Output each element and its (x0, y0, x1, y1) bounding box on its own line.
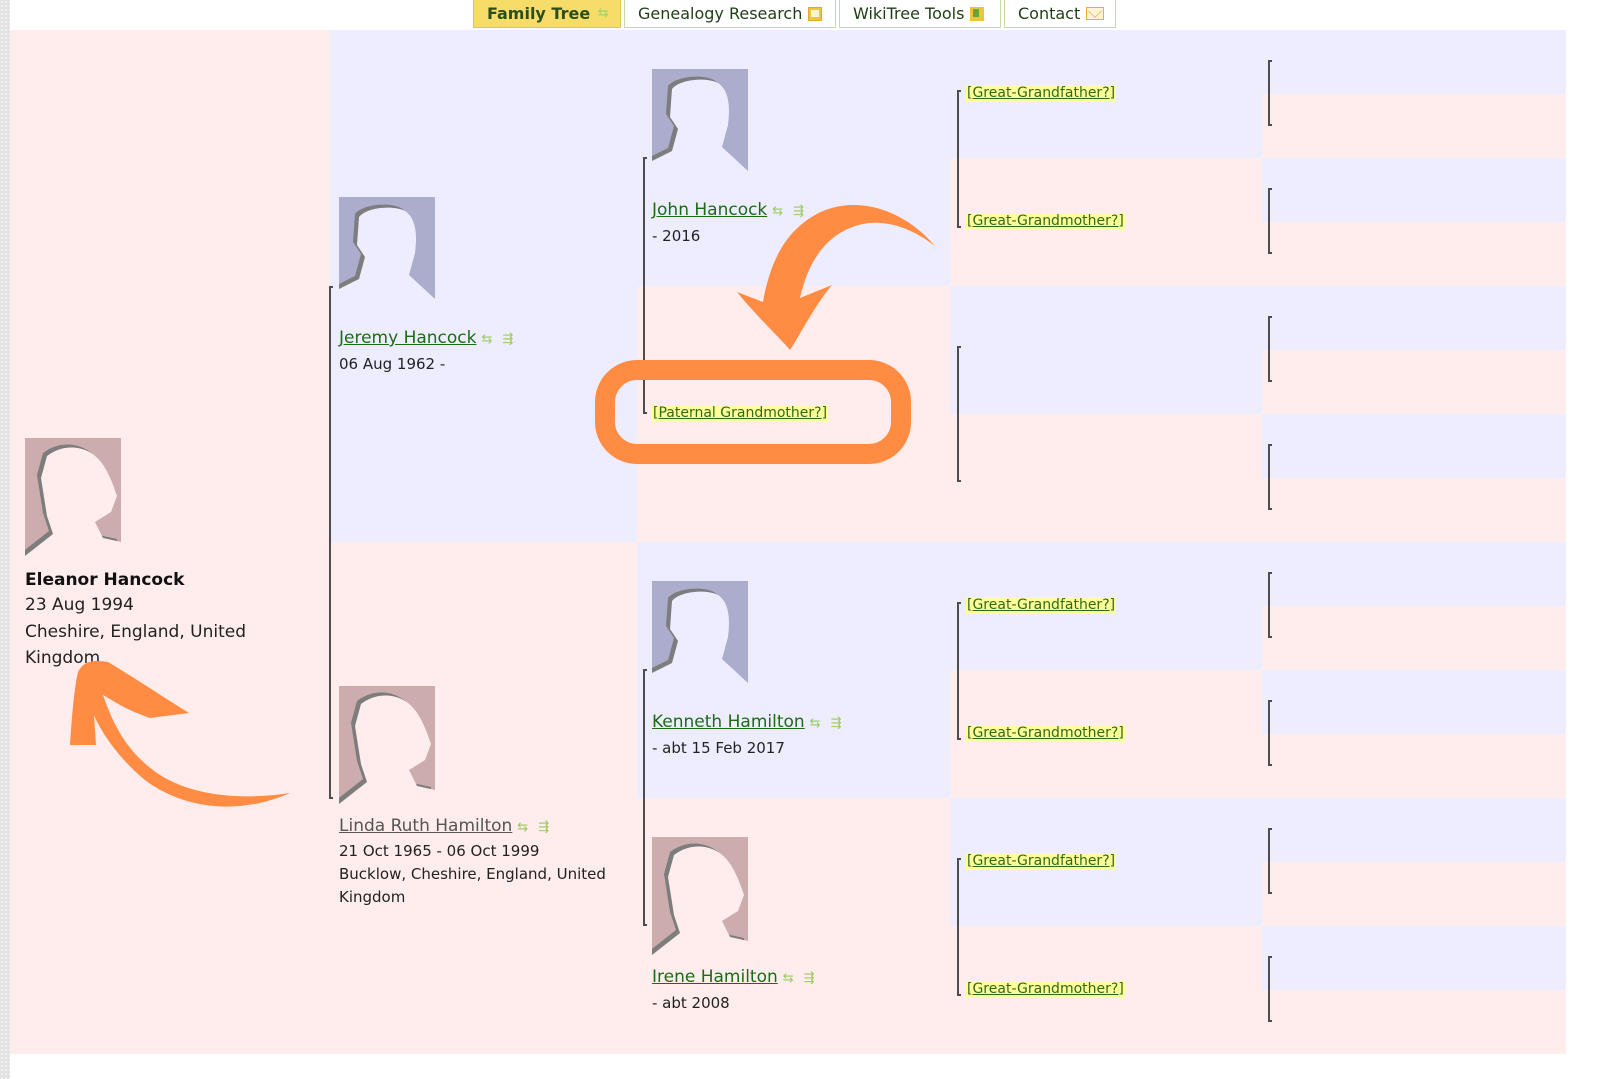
male-silhouette-icon (652, 581, 748, 697)
great-great-grandparent-cell (1262, 670, 1566, 734)
subject-birth: 23 Aug 1994 (25, 595, 134, 615)
subject-name: Eleanor Hancock (25, 570, 185, 590)
tab-label: WikiTree Tools (853, 4, 965, 23)
grandfather-dates: - 2016 (652, 227, 701, 245)
father-dates: 06 Aug 1962 - (339, 355, 446, 373)
great-great-grandparent-cell (1262, 414, 1566, 478)
research-icon (808, 6, 823, 21)
great-great-grandparent-cell (1262, 158, 1566, 222)
paternal-grandfather: John Hancock ⇆ ⇶ - 2016 (652, 69, 942, 248)
great-great-grandparent-cell (1262, 286, 1566, 350)
great-great-grandparents-connector (1268, 828, 1272, 894)
tab-contact[interactable]: Contact (1004, 0, 1116, 28)
tree-icon: ⇆ (597, 5, 609, 21)
parents-connector (329, 286, 333, 799)
great-grandparents-connector (957, 346, 961, 482)
great-great-grandparents-connector (1268, 572, 1272, 638)
tools-icon (970, 6, 985, 21)
paternal-grandparents-connector (643, 157, 647, 414)
great-grandfather-link[interactable]: [Great-Grandfather?] (966, 597, 1117, 614)
top-navigation: Family Tree ⇆ Genealogy Research WikiTre… (473, 0, 1116, 30)
maternal-grandfather: Kenneth Hamilton ⇆ ⇶ - abt 15 Feb 2017 (652, 581, 942, 760)
tab-genealogy-research[interactable]: Genealogy Research (624, 0, 836, 28)
tab-label: Contact (1018, 4, 1081, 23)
great-great-grandparent-cell (1262, 798, 1566, 862)
great-great-grandparent-cell (1262, 30, 1566, 94)
mother-dates: 21 Oct 1965 - 06 Oct 1999 (339, 842, 540, 860)
female-silhouette-icon (339, 686, 435, 814)
mail-icon (1086, 7, 1105, 20)
female-silhouette-icon (25, 438, 121, 566)
great-grandfather-link[interactable]: [Great-Grandfather?] (966, 853, 1117, 870)
great-great-grandparent-cell (1262, 542, 1566, 606)
tab-wikitree-tools[interactable]: WikiTree Tools (839, 0, 1001, 28)
great-great-grandparents-connector (1268, 700, 1272, 766)
great-great-grandparents-connector (1268, 444, 1272, 510)
tab-label: Family Tree (487, 4, 591, 23)
maternal-grandmother: Irene Hamilton ⇆ ⇶ - abt 2008 (652, 837, 942, 1015)
great-grandparents-connector (957, 858, 961, 996)
female-silhouette-icon (652, 837, 748, 965)
family-tree-icons[interactable]: ⇆ ⇶ (772, 204, 807, 219)
father-person: Jeremy Hancock ⇆ ⇶ 06 Aug 1962 - (339, 197, 629, 376)
male-silhouette-icon (652, 69, 748, 185)
great-great-grandparents-connector (1268, 956, 1272, 1022)
great-grandmother-link[interactable]: [Great-Grandmother?] (966, 213, 1125, 230)
subject-person: Eleanor Hancock 23 Aug 1994 Cheshire, En… (25, 438, 325, 671)
mother-person: Linda Ruth Hamilton ⇆ ⇶ 21 Oct 1965 - 06 … (339, 686, 629, 909)
great-grandparents-connector (957, 90, 961, 228)
mother-name-link[interactable]: Linda Ruth Hamilton (339, 816, 512, 836)
great-great-grandparent-cell (1262, 94, 1566, 158)
great-great-grandparent-cell (1262, 606, 1566, 670)
great-great-grandparent-cell (1262, 350, 1566, 414)
great-great-grandparent-cell (1262, 926, 1566, 990)
page-left-border (0, 0, 10, 1079)
great-grandparent-cell (950, 414, 1262, 542)
great-grandmother-link[interactable]: [Great-Grandmother?] (966, 725, 1125, 742)
grandmother-dates: - abt 2008 (652, 994, 730, 1012)
great-great-grandparents-connector (1268, 188, 1272, 254)
great-grandparent-cell (950, 286, 1262, 414)
male-silhouette-icon (339, 197, 435, 313)
grandfather-name-link[interactable]: Kenneth Hamilton (652, 712, 805, 732)
great-grandmother-link[interactable]: [Great-Grandmother?] (966, 981, 1125, 998)
tab-family-tree[interactable]: Family Tree ⇆ (473, 0, 621, 28)
mother-place: Bucklow, Cheshire, England, United Kingd… (339, 865, 606, 906)
family-tree-icons[interactable]: ⇆ ⇶ (783, 971, 818, 986)
grandfather-name-link[interactable]: John Hancock (652, 200, 767, 220)
great-great-grandparents-connector (1268, 316, 1272, 382)
tab-label: Genealogy Research (638, 4, 803, 23)
father-name-link[interactable]: Jeremy Hancock (339, 328, 477, 348)
maternal-grandparents-connector (643, 669, 647, 926)
great-great-grandparent-cell (1262, 990, 1566, 1054)
great-great-grandparents-connector (1268, 60, 1272, 126)
great-grandparents-connector (957, 602, 961, 740)
great-great-grandparent-cell (1262, 734, 1566, 798)
family-tree-icons[interactable]: ⇆ ⇶ (517, 820, 552, 835)
grandfather-dates: - abt 15 Feb 2017 (652, 739, 785, 757)
paternal-grandmother-link[interactable]: [Paternal Grandmother?] (652, 405, 829, 422)
subject-place: Cheshire, England, United Kingdom (25, 622, 247, 668)
great-grandfather-link[interactable]: [Great-Grandfather?] (966, 85, 1117, 102)
great-great-grandparent-cell (1262, 222, 1566, 286)
family-tree-icons[interactable]: ⇆ ⇶ (482, 332, 517, 347)
grandmother-name-link[interactable]: Irene Hamilton (652, 967, 778, 987)
great-great-grandparent-cell (1262, 478, 1566, 542)
family-tree-icons[interactable]: ⇆ ⇶ (810, 716, 845, 731)
great-great-grandparent-cell (1262, 862, 1566, 926)
